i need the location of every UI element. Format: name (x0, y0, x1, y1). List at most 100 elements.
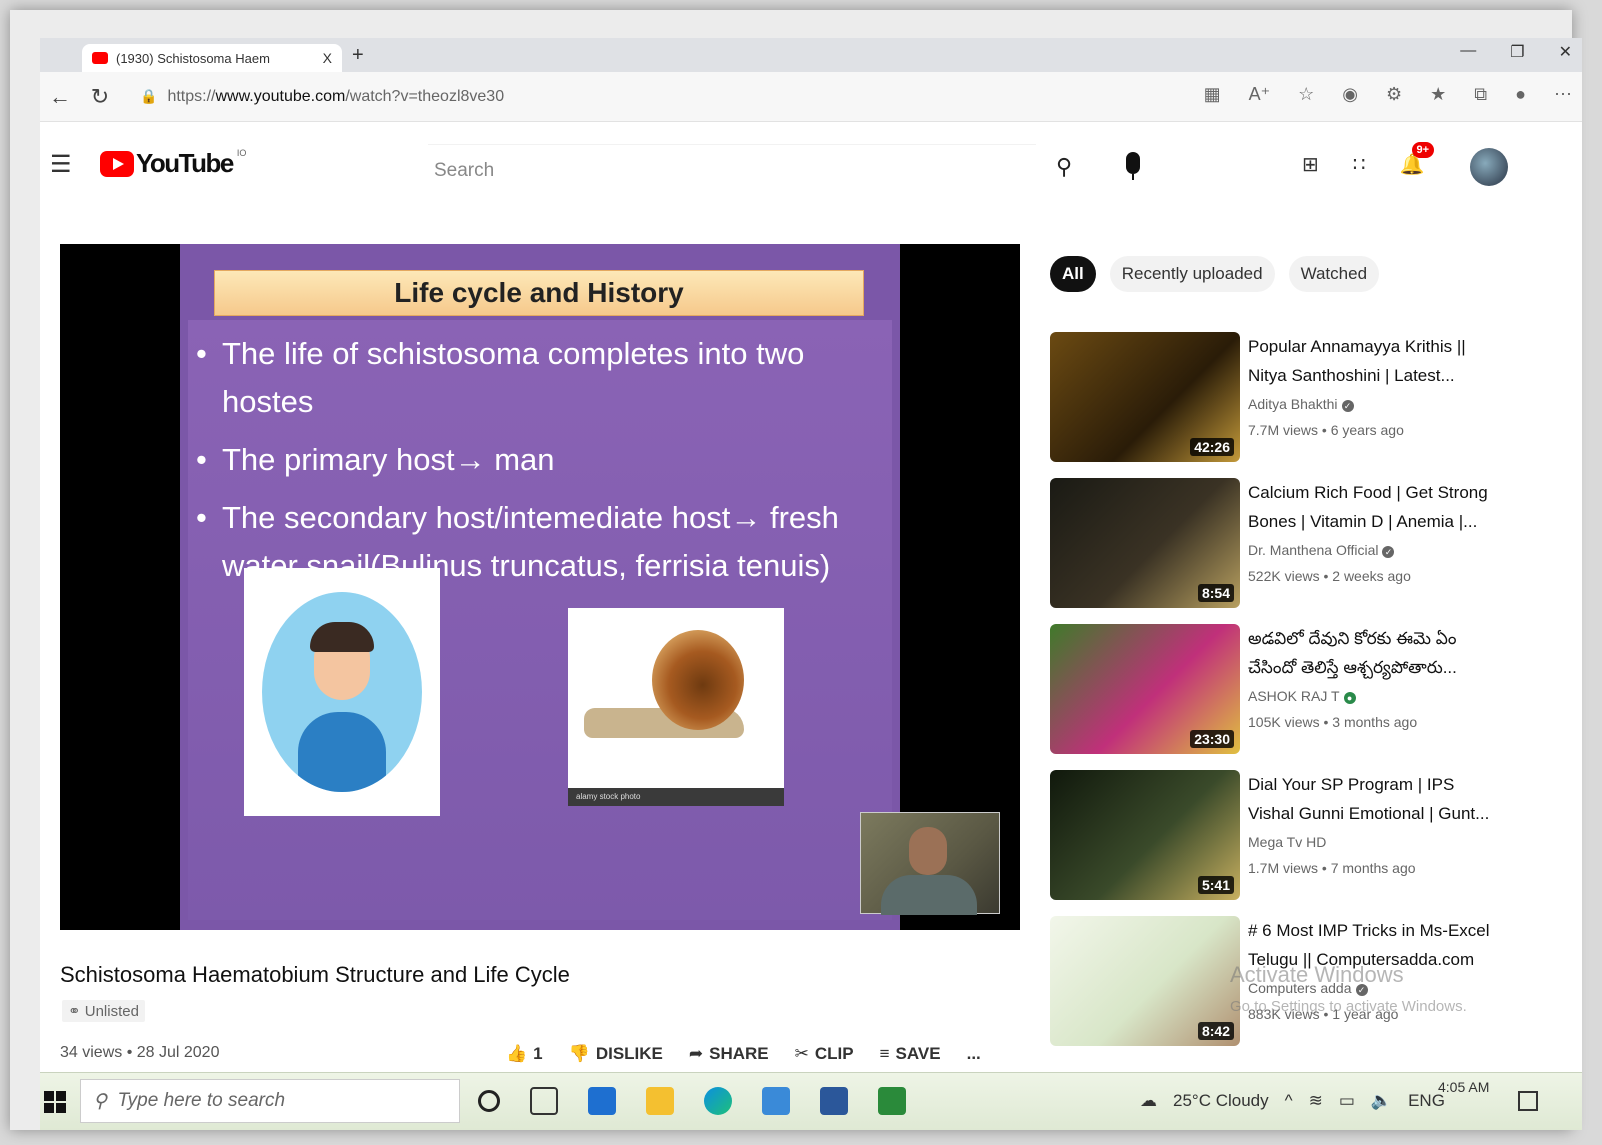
recommended-video[interactable]: 8:54 Calcium Rich Food | Get Strong Bone… (1050, 478, 1570, 612)
chip-watched[interactable]: Watched (1288, 256, 1380, 292)
globe-icon: ● (1343, 692, 1356, 704)
collections-icon[interactable]: ⧉ (1474, 84, 1487, 105)
dislike-button[interactable]: 👎 DISLIKE (569, 1044, 663, 1064)
window-controls: — ❐ ✕ (1460, 42, 1572, 62)
close-window-icon[interactable]: ✕ (1559, 42, 1572, 62)
wifi-icon[interactable]: ≋ (1309, 1091, 1323, 1111)
minimize-icon[interactable]: — (1460, 42, 1476, 62)
taskbar-clock[interactable]: 4:05 AM (1438, 1079, 1489, 1095)
maximize-icon[interactable]: ❐ (1510, 42, 1524, 62)
recommended-video[interactable]: 5:41 Dial Your SP Program | IPS Vishal G… (1050, 770, 1570, 904)
video-meta: 522K views • 2 weeks ago (1248, 568, 1411, 584)
share-label: SHARE (709, 1044, 769, 1063)
thumbs-down-icon: 👎 (568, 1044, 590, 1063)
task-view-icon[interactable] (530, 1087, 558, 1115)
system-tray: ☁ 25°C Cloudy ^ ≋ ▭ 🔈 ENG (1140, 1091, 1445, 1111)
more-actions-button[interactable]: ... (967, 1044, 981, 1064)
youtube-logo[interactable]: YouTube IO (100, 148, 246, 179)
clip-button[interactable]: ✂ CLIP (795, 1044, 854, 1064)
weather-icon[interactable]: ☁ (1140, 1091, 1157, 1111)
dislike-label: DISLIKE (595, 1044, 663, 1063)
search-icon[interactable]: ⚲ (1056, 154, 1072, 180)
youtube-play-icon (100, 150, 134, 177)
back-arrow-icon[interactable]: ← (40, 84, 80, 110)
edge-icon[interactable] (704, 1087, 732, 1115)
filter-chips: All Recently uploaded Watched (1050, 256, 1380, 292)
notifications-bell-icon[interactable]: 🔔 9+ (1400, 142, 1435, 177)
volume-icon[interactable]: 🔈 (1371, 1091, 1392, 1111)
notification-badge: 9+ (1411, 142, 1435, 158)
channel-name[interactable]: Aditya Bhakthi ✓ (1248, 396, 1354, 412)
create-video-icon[interactable]: ⊞ (1302, 152, 1319, 177)
lock-icon: 🔒 (140, 88, 158, 104)
video-thumbnail[interactable]: 42:26 (1050, 332, 1240, 462)
recommended-title[interactable]: Dial Your SP Program | IPS Vishal Gunni … (1248, 770, 1504, 828)
url-path: /watch?v=theozl8ve30 (345, 87, 505, 105)
duration-badge: 8:54 (1197, 584, 1234, 602)
refresh-icon[interactable]: ↻ (80, 84, 120, 110)
account-avatar[interactable] (1470, 148, 1508, 186)
search-input[interactable]: Search (428, 144, 1036, 196)
puzzle-icon[interactable]: ⚙ (1386, 84, 1402, 105)
save-label: SAVE (895, 1044, 941, 1063)
recommended-video[interactable]: 42:26 Popular Annamayya Krithis || Nitya… (1050, 332, 1570, 466)
apps-grid-icon[interactable]: ∷ (1353, 152, 1366, 177)
battery-icon[interactable]: ▭ (1339, 1091, 1355, 1111)
recommended-title[interactable]: Calcium Rich Food | Get Strong Bones | V… (1248, 478, 1504, 536)
read-aloud-icon[interactable]: A⁺ (1249, 84, 1271, 105)
new-tab-button[interactable]: + (352, 44, 364, 67)
notification-center-icon[interactable] (1518, 1091, 1538, 1111)
duration-badge: 8:42 (1197, 1022, 1234, 1040)
video-thumbnail[interactable]: 23:30 (1050, 624, 1240, 754)
unlisted-badge: ⚭ Unlisted (62, 1000, 145, 1022)
store-icon[interactable] (588, 1087, 616, 1115)
save-button[interactable]: ≡ SAVE (880, 1044, 941, 1064)
youtube-favicon-icon (92, 52, 108, 64)
chip-all[interactable]: All (1050, 256, 1096, 292)
url-field[interactable]: 🔒 https://www.youtube.com/watch?v=theozl… (140, 88, 504, 106)
snail-photo: alamy stock photo (568, 608, 784, 806)
favorites-icon[interactable]: ★ (1430, 84, 1446, 105)
tray-chevron-icon[interactable]: ^ (1285, 1091, 1293, 1111)
menu-icon[interactable]: ☰ (50, 150, 72, 179)
video-meta: 7.7M views • 6 years ago (1248, 422, 1404, 438)
recommended-title[interactable]: Popular Annamayya Krithis || Nitya Santh… (1248, 332, 1504, 390)
share-button[interactable]: ➦ SHARE (689, 1044, 769, 1064)
word-icon[interactable] (820, 1087, 848, 1115)
channel-label: ASHOK RAJ T (1248, 688, 1340, 704)
excel-icon[interactable] (878, 1087, 906, 1115)
channel-name[interactable]: ASHOK RAJ T ● (1248, 688, 1356, 704)
video-player[interactable]: Life cycle and History The life of schis… (60, 244, 1020, 930)
address-bar: ← ↻ 🔒 https://www.youtube.com/watch?v=th… (40, 72, 1582, 122)
chip-recently-uploaded[interactable]: Recently uploaded (1109, 256, 1275, 292)
verified-icon: ✓ (1341, 400, 1354, 412)
youtube-header: ☰ YouTube IO Search ⚲ ⊞ ∷ 🔔 9+ (40, 122, 1582, 208)
taskbar-search-input[interactable]: ⚲ Type here to search (80, 1079, 460, 1123)
profile-icon[interactable]: ● (1515, 84, 1526, 105)
extension-icon[interactable]: ◉ (1342, 84, 1358, 105)
browser-toolbar: ▦ A⁺ ☆ ◉ ⚙ ★ ⧉ ● ⋯ (1204, 84, 1572, 105)
url-prefix: https:// (167, 87, 216, 105)
video-thumbnail[interactable]: 8:54 (1050, 478, 1240, 608)
add-favorite-icon[interactable]: ☆ (1298, 84, 1314, 105)
file-explorer-icon[interactable] (646, 1087, 674, 1115)
channel-name[interactable]: Dr. Manthena Official ✓ (1248, 542, 1395, 558)
activate-windows-watermark: Activate Windows (1230, 962, 1404, 987)
app-available-icon[interactable]: ▦ (1204, 84, 1221, 105)
windows-start-icon[interactable] (44, 1091, 66, 1113)
browser-window: (1930) Schistosoma Haem X + — ❐ ✕ ← ↻ 🔒 … (40, 38, 1582, 1130)
microphone-icon[interactable] (1126, 152, 1140, 180)
mail-icon[interactable] (762, 1087, 790, 1115)
view-count-date: 34 views • 28 Jul 2020 (60, 1044, 220, 1061)
tab-close-icon[interactable]: X (323, 50, 332, 66)
cortana-icon[interactable] (478, 1090, 500, 1112)
channel-name[interactable]: Mega Tv HD (1248, 834, 1326, 850)
video-thumbnail[interactable]: 5:41 (1050, 770, 1240, 900)
video-thumbnail[interactable]: 8:42 (1050, 916, 1240, 1046)
like-button[interactable]: 👍 1 (506, 1044, 543, 1064)
more-options-icon[interactable]: ⋯ (1554, 84, 1572, 105)
weather-text[interactable]: 25°C Cloudy (1173, 1091, 1269, 1111)
recommended-title[interactable]: అడవిలో దేవుని కోరకు ఈమె ఏం చేసిందో తెలిస… (1248, 624, 1504, 682)
recommended-video[interactable]: 23:30 అడవిలో దేవుని కోరకు ఈమె ఏం చేసిందో… (1050, 624, 1570, 758)
browser-tab[interactable]: (1930) Schistosoma Haem X (82, 44, 342, 72)
